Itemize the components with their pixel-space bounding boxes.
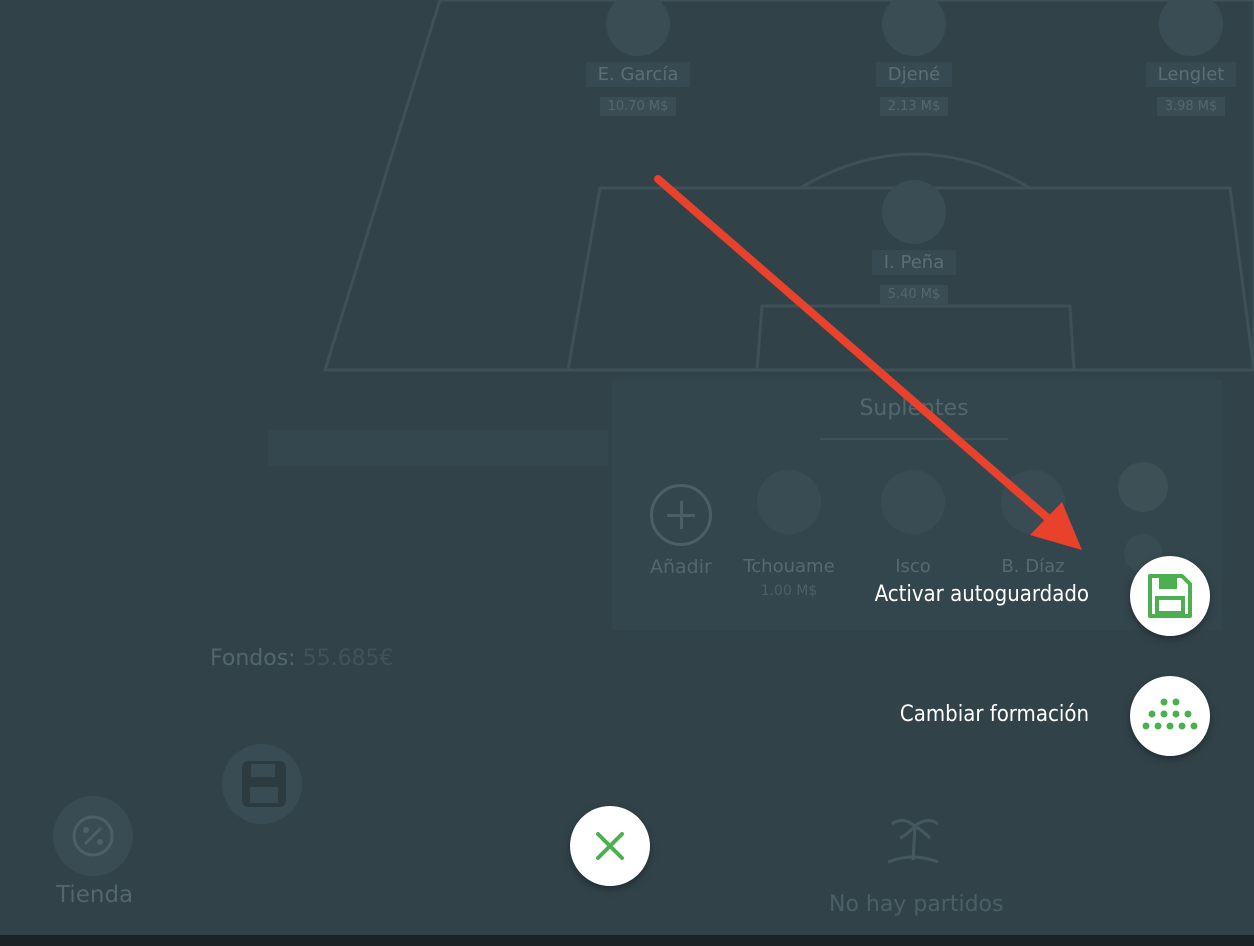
close-icon [596,832,624,860]
dimmed-background: Suplentes Añadir E. García 10.70 M$ Djen… [0,0,1254,935]
funds-label: Fondos: [210,646,296,671]
floppy-disk-icon [242,761,286,807]
close-menu-button[interactable] [570,806,650,886]
autosave-button[interactable] [1130,556,1210,636]
formation-dots-icon [1142,698,1198,730]
discount-badge-icon [72,815,114,857]
annotation-arrow [654,175,1082,550]
bottom-bar [0,935,1254,946]
floppy-disk-icon [1148,574,1192,618]
no-matches-label: No hay partidos [829,892,1004,917]
island-icon [887,819,939,864]
save-button-dimmed[interactable] [222,744,302,824]
change-formation-label[interactable]: Cambiar formación [900,702,1089,727]
shop-button[interactable] [53,796,133,876]
funds: Fondos: 55.685€ [210,646,394,671]
shop-label: Tienda [56,882,134,908]
change-formation-button[interactable] [1130,676,1210,756]
autosave-label[interactable]: Activar autoguardado [875,582,1089,607]
funds-value: 55.685€ [302,646,394,671]
